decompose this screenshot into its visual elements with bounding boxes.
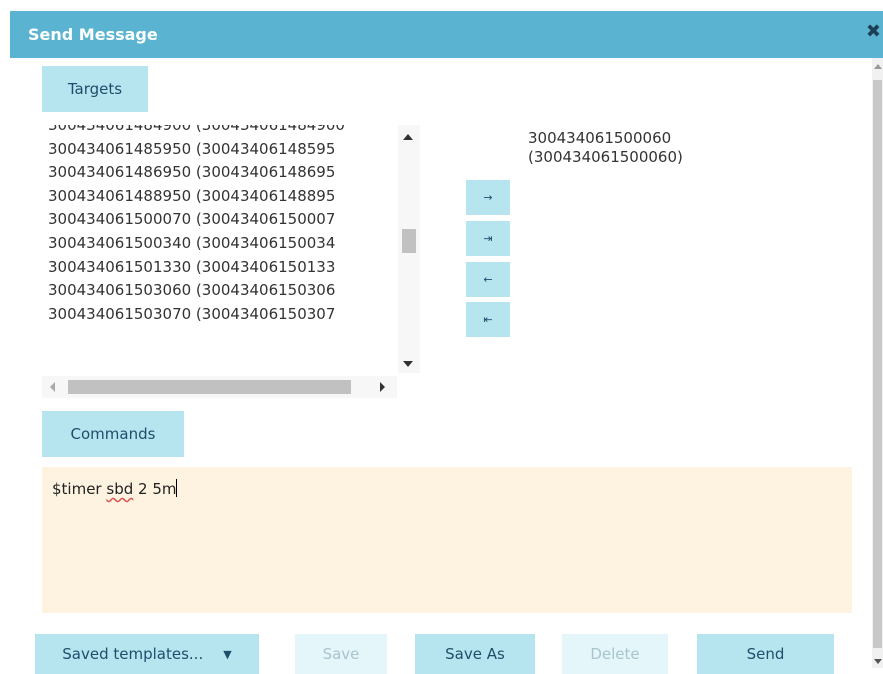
chevron-down-icon: ▼	[223, 647, 232, 661]
scroll-up-icon[interactable]	[403, 134, 413, 140]
command-text-part: $timer	[52, 480, 107, 498]
command-textarea[interactable]: $timer sbd 2 5m	[42, 467, 852, 613]
save-button[interactable]: Save	[295, 634, 387, 674]
target-list-item[interactable]: 300434061488950 (30043406148895	[48, 185, 345, 209]
spellcheck-word: sbd	[106, 480, 134, 498]
scroll-down-icon[interactable]	[874, 659, 882, 664]
target-list-item[interactable]: 300434061500070 (30043406150007	[48, 208, 345, 232]
text-caret	[176, 479, 178, 497]
scroll-thumb[interactable]	[68, 380, 351, 394]
arrow-to-start-icon: ⇤	[483, 313, 493, 326]
commands-section-button[interactable]: Commands	[42, 411, 184, 457]
targets-section-button[interactable]: Targets	[42, 66, 148, 112]
scroll-left-icon[interactable]	[50, 382, 55, 392]
target-list-item[interactable]: 300434061503060 (30043406150306	[48, 279, 345, 303]
close-icon[interactable]: ✖	[866, 21, 881, 42]
save-as-button[interactable]: Save As	[415, 634, 535, 674]
arrow-to-end-icon: ⇥	[483, 232, 493, 245]
dialog-title: Send Message	[28, 25, 158, 44]
saved-templates-label: Saved templates...	[62, 645, 204, 663]
arrow-left-icon: ←	[483, 273, 493, 286]
move-all-right-button[interactable]: ⇥	[466, 221, 510, 256]
target-list-item[interactable]: 300434061485950 (30043406148595	[48, 138, 345, 162]
move-selected-left-button[interactable]: ←	[466, 262, 510, 297]
target-list-item[interactable]: 300434061501330 (30043406150133	[48, 256, 345, 280]
target-list-item[interactable]: 300434061503070 (30043406150307	[48, 303, 345, 327]
target-list-item[interactable]: 300434061484900 (300434061484900	[48, 125, 345, 138]
delete-button[interactable]: Delete	[562, 634, 668, 674]
selected-targets-list[interactable]: 300434061500060 (300434061500060)	[528, 129, 683, 167]
targets-list-vertical-scrollbar[interactable]	[398, 125, 420, 373]
dialog-vertical-scrollbar[interactable]	[872, 58, 883, 668]
saved-templates-dropdown[interactable]: Saved templates... ▼	[35, 634, 259, 674]
available-targets-list[interactable]: 300434061484900 (300434061484900 30043406…	[42, 125, 397, 373]
command-text-part: 2 5m	[133, 480, 177, 498]
scroll-down-icon[interactable]	[403, 361, 413, 367]
selected-target-label[interactable]: (300434061500060)	[528, 148, 683, 167]
dialog-title-bar: Send Message ✖	[10, 11, 883, 58]
arrow-right-icon: →	[483, 191, 493, 204]
command-text: $timer sbd 2 5m	[52, 479, 178, 498]
selected-target-id[interactable]: 300434061500060	[528, 129, 683, 148]
target-list-item[interactable]: 300434061500340 (30043406150034	[48, 232, 345, 256]
scroll-up-icon[interactable]	[874, 64, 882, 69]
scroll-thumb[interactable]	[402, 229, 416, 253]
targets-list-horizontal-scrollbar[interactable]	[42, 376, 397, 398]
scroll-right-icon[interactable]	[380, 382, 385, 392]
send-button[interactable]: Send	[697, 634, 834, 674]
move-selected-right-button[interactable]: →	[466, 180, 510, 215]
scroll-thumb[interactable]	[873, 80, 882, 648]
target-list-item[interactable]: 300434061486950 (30043406148695	[48, 161, 345, 185]
move-all-left-button[interactable]: ⇤	[466, 302, 510, 337]
